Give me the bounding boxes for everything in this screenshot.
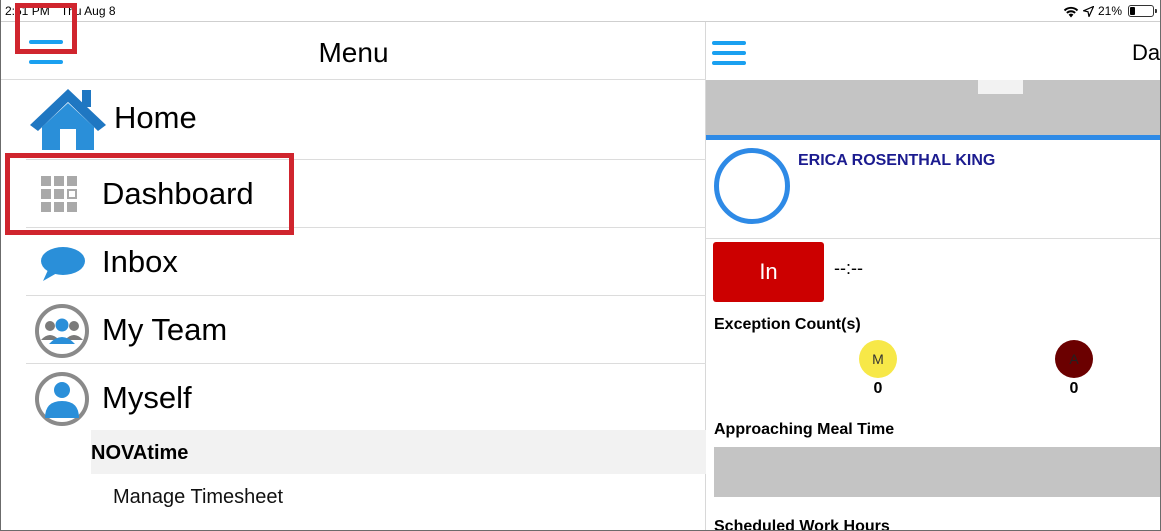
location-arrow-icon — [1082, 5, 1094, 17]
menu-item-label: Home — [114, 100, 197, 135]
team-icon — [35, 304, 89, 358]
status-bar: 2:51 PM Thu Aug 8 21% — [1, 0, 1160, 22]
exception-count-m: 0 — [873, 380, 883, 397]
scheduled-hours-label: Scheduled Work Hours — [714, 518, 890, 531]
employee-name: ERICA ROSENTHAL KING — [798, 152, 996, 169]
avatar[interactable] — [714, 148, 790, 224]
dashboard-title: Da — [1132, 40, 1161, 65]
meal-time-bar — [714, 447, 1160, 497]
dashboard-hamburger-icon[interactable] — [712, 41, 746, 65]
menu-item-my-team[interactable]: My Team — [26, 296, 706, 364]
divider — [706, 238, 1160, 239]
wifi-icon — [1063, 6, 1079, 17]
banner-tab — [978, 80, 1023, 94]
punch-in-button[interactable]: In — [713, 242, 824, 302]
home-icon — [30, 89, 106, 150]
app-frame: 2:51 PM Thu Aug 8 21% Menu Home Dashboar… — [0, 0, 1161, 531]
menu-item-myself[interactable]: Myself — [26, 364, 706, 432]
battery-icon — [1128, 5, 1157, 17]
menu-item-label: Myself — [102, 380, 192, 415]
highlight-box-hamburger — [15, 3, 77, 54]
chat-bubble-icon — [41, 247, 85, 281]
exception-badge-a[interactable]: A — [1055, 340, 1093, 378]
dashboard-panel: Da ERICA ROSENTHAL KING In --:-- Excepti… — [706, 22, 1161, 531]
profile-banner — [706, 80, 1160, 140]
exception-count-label: Exception Count(s) — [714, 316, 861, 333]
menu-item-label: My Team — [102, 312, 228, 347]
approaching-meal-label: Approaching Meal Time — [714, 421, 895, 438]
person-icon — [35, 372, 89, 426]
menu-header: Menu — [1, 22, 706, 80]
menu-panel: Menu Home Dashboard Inbox My Team Myself… — [1, 22, 706, 530]
menu-item-label: Inbox — [102, 244, 178, 279]
status-right: 21% — [1063, 3, 1157, 19]
exception-badge-m[interactable]: M — [859, 340, 897, 378]
highlight-box-dashboard — [5, 153, 294, 235]
subitem-label: Manage Timesheet — [113, 486, 284, 508]
battery-level — [1130, 7, 1136, 15]
punch-time: --:-- — [834, 258, 863, 278]
menu-item-inbox[interactable]: Inbox — [26, 228, 706, 296]
exception-count-a: 0 — [1069, 380, 1079, 397]
section-header-novatime: NOVAtime — [91, 430, 706, 474]
menu-title: Menu — [318, 37, 389, 68]
section-title: NOVAtime — [91, 442, 189, 464]
battery-percent: 21% — [1097, 4, 1122, 18]
menu-item-home[interactable]: Home — [26, 80, 706, 160]
menu-subitem-manage-timesheet[interactable]: Manage Timesheet — [91, 474, 706, 524]
